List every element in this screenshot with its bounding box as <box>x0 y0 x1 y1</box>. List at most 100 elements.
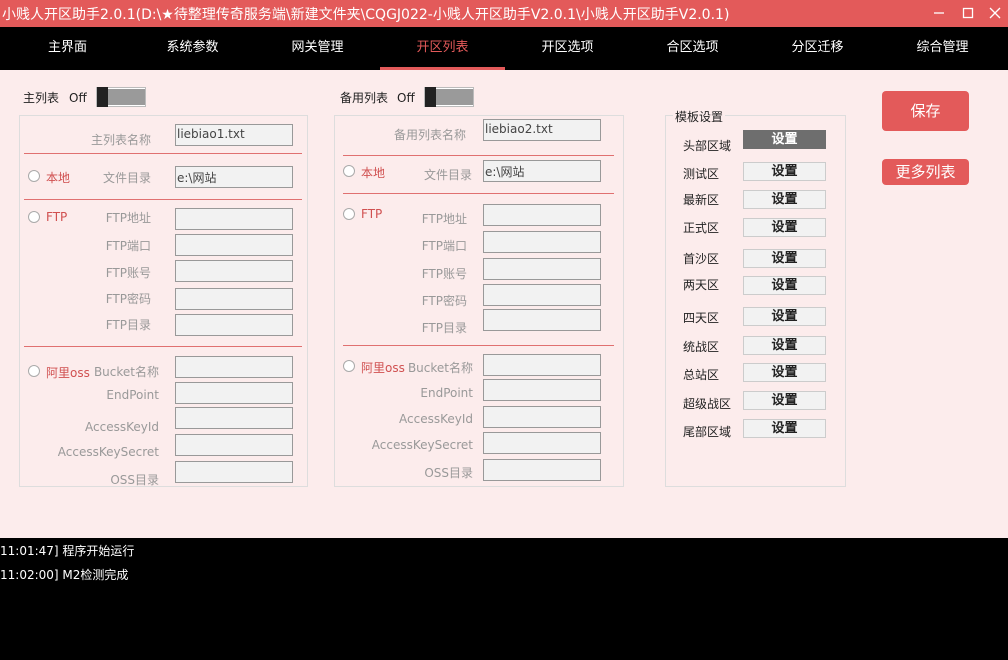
main-oss-label: 阿里oss <box>46 366 90 380</box>
main-name-input[interactable]: liebiao1.txt <box>175 124 293 146</box>
main-local-radio[interactable] <box>28 170 40 182</box>
backup-ossdir-label: OSS目录 <box>424 466 473 480</box>
main-ftp-label: FTP <box>46 210 68 224</box>
main-list-toggle-label: Off <box>69 91 87 105</box>
template-set-button-footer-zone[interactable]: 设置 <box>743 419 826 438</box>
template-set-button-test[interactable]: 设置 <box>743 162 826 181</box>
backup-ftp-port-label: FTP端口 <box>421 239 467 253</box>
backup-ftp-addr-label: FTP地址 <box>421 212 467 226</box>
backup-oss-label: 阿里oss <box>361 361 405 375</box>
window-title: 小贱人开区助手2.0.1(D:\★待整理传奇服务端\新建文件夹\CQGJ022-… <box>2 7 730 23</box>
backup-ossdir-input[interactable] <box>483 459 601 481</box>
tab-system-params[interactable]: 系统参数 <box>130 27 255 70</box>
tab-server-options[interactable]: 开区选项 <box>505 27 630 70</box>
main-dir-label: 文件目录 <box>102 171 151 185</box>
backup-ftp-port-input[interactable] <box>483 231 601 253</box>
main-keysecret-label: AccessKeySecret <box>57 445 159 459</box>
template-header: 模板设置 <box>673 108 726 125</box>
backup-bucket-input[interactable] <box>483 354 601 376</box>
main-list-toggle[interactable] <box>96 87 146 107</box>
backup-list-panel: 备用列表名称 liebiao2.txt 本地 文件目录 e:\网站 FTP FT… <box>334 115 624 487</box>
main-ftp-pass-label: FTP密码 <box>105 292 151 306</box>
tab-migration[interactable]: 分区迁移 <box>755 27 880 70</box>
template-set-button-newest[interactable]: 设置 <box>743 190 826 209</box>
main-name-label: 主列表名称 <box>90 133 151 147</box>
main-bucket-input[interactable] <box>175 356 293 378</box>
minimize-button[interactable] <box>924 0 954 27</box>
tab-main[interactable]: 主界面 <box>5 27 130 70</box>
main-oss-radio[interactable] <box>28 365 40 377</box>
main-ossdir-label: OSS目录 <box>110 473 159 487</box>
tab-merge-options[interactable]: 合区选项 <box>630 27 755 70</box>
main-list-panel: 主列表名称 liebiao1.txt 本地 文件目录 e:\网站 FTP FTP… <box>19 115 308 487</box>
template-label-super-war: 超级战区 <box>683 397 732 411</box>
main-ossdir-input[interactable] <box>175 461 293 483</box>
template-set-button-header-zone[interactable]: 设置 <box>743 130 826 149</box>
log-line: 11:02:00] M2检测完成 <box>0 568 129 582</box>
title-bar: 小贱人开区助手2.0.1(D:\★待整理传奇服务端\新建文件夹\CQGJ022-… <box>0 0 1008 27</box>
backup-keysecret-label: AccessKeySecret <box>371 438 473 452</box>
backup-ftp-pass-label: FTP密码 <box>421 294 467 308</box>
template-set-button-unified-war[interactable]: 设置 <box>743 336 826 355</box>
main-ftp-port-input[interactable] <box>175 234 293 256</box>
maximize-icon <box>962 7 974 19</box>
template-set-button-four-day[interactable]: 设置 <box>743 307 826 326</box>
backup-ftp-label: FTP <box>361 207 383 221</box>
backup-ftp-user-input[interactable] <box>483 258 601 280</box>
save-button[interactable]: 保存 <box>882 91 969 131</box>
template-label-newest: 最新区 <box>683 193 720 207</box>
main-dir-input[interactable]: e:\网站 <box>175 166 293 188</box>
backup-ftp-addr-input[interactable] <box>483 204 601 226</box>
main-ftp-port-label: FTP端口 <box>105 239 151 253</box>
tab-server-list[interactable]: 开区列表 <box>380 27 505 70</box>
template-set-button-main-station[interactable]: 设置 <box>743 363 826 382</box>
backup-name-input[interactable]: liebiao2.txt <box>483 119 601 141</box>
main-ftp-pass-input[interactable] <box>175 288 293 310</box>
main-ftp-dir-label: FTP目录 <box>105 318 151 332</box>
main-bucket-label: Bucket名称 <box>93 365 159 379</box>
template-label-footer-zone: 尾部区域 <box>683 425 732 439</box>
tab-general[interactable]: 综合管理 <box>880 27 1005 70</box>
template-label-first-sand: 首沙区 <box>683 252 720 266</box>
template-label-official: 正式区 <box>683 221 720 235</box>
backup-local-radio[interactable] <box>343 165 355 177</box>
backup-local-label: 本地 <box>361 166 386 180</box>
main-ftp-addr-input[interactable] <box>175 208 293 230</box>
template-label-four-day: 四天区 <box>683 311 720 325</box>
nav-bar: 主界面 系统参数 网关管理 开区列表 开区选项 合区选项 分区迁移 综合管理 <box>0 27 1008 70</box>
backup-keysecret-input[interactable] <box>483 432 601 454</box>
main-endpoint-input[interactable] <box>175 382 293 404</box>
backup-ftp-dir-input[interactable] <box>483 309 601 331</box>
backup-endpoint-input[interactable] <box>483 379 601 401</box>
backup-keyid-label: AccessKeyId <box>399 412 473 426</box>
tab-gateway[interactable]: 网关管理 <box>255 27 380 70</box>
backup-ftp-radio[interactable] <box>343 208 355 220</box>
main-local-label: 本地 <box>46 171 71 185</box>
content-area: 主列表 Off 主列表名称 liebiao1.txt 本地 文件目录 e:\网站… <box>0 70 1008 538</box>
backup-list-header: 备用列表 <box>340 91 389 105</box>
main-keyid-label: AccessKeyId <box>85 420 159 434</box>
backup-list-toggle[interactable] <box>424 87 474 107</box>
template-set-button-two-day[interactable]: 设置 <box>743 276 826 295</box>
template-label-main-station: 总站区 <box>683 368 720 382</box>
close-button[interactable] <box>980 0 1008 27</box>
more-lists-button[interactable]: 更多列表 <box>882 159 969 185</box>
maximize-button[interactable] <box>953 0 983 27</box>
backup-name-label: 备用列表名称 <box>393 128 466 142</box>
template-set-button-official[interactable]: 设置 <box>743 218 826 237</box>
main-keysecret-input[interactable] <box>175 434 293 456</box>
backup-ftp-pass-input[interactable] <box>483 284 601 306</box>
template-set-button-super-war[interactable]: 设置 <box>743 391 826 410</box>
template-label-unified-war: 统战区 <box>683 340 720 354</box>
main-ftp-user-input[interactable] <box>175 260 293 282</box>
template-set-button-first-sand[interactable]: 设置 <box>743 249 826 268</box>
main-keyid-input[interactable] <box>175 407 293 429</box>
main-ftp-radio[interactable] <box>28 211 40 223</box>
backup-oss-radio[interactable] <box>343 360 355 372</box>
main-ftp-dir-input[interactable] <box>175 314 293 336</box>
backup-endpoint-label: EndPoint <box>420 386 473 400</box>
backup-keyid-input[interactable] <box>483 406 601 428</box>
log-line: 11:01:47] 程序开始运行 <box>0 544 135 558</box>
template-label-two-day: 两天区 <box>683 278 720 292</box>
backup-dir-input[interactable]: e:\网站 <box>483 160 601 182</box>
